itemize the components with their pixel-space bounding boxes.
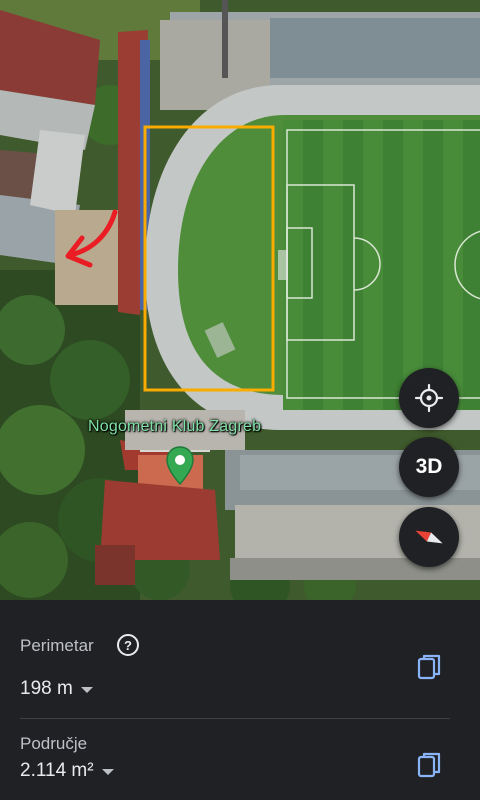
perimeter-unit-selector[interactable]: 198 m [20,678,93,700]
satellite-map[interactable]: Nogometni Klub Zagreb 3D [0,0,480,600]
chevron-down-icon [80,687,93,693]
perimeter-value: 198 m [20,678,73,699]
satellite-imagery [0,0,480,600]
3d-toggle-button[interactable]: 3D [399,437,459,497]
chevron-down-icon [101,769,114,775]
3d-label: 3D [415,455,443,478]
help-circle-icon[interactable]: ? [117,634,139,656]
area-value: 2.114 m² [20,760,94,781]
copy-icon[interactable] [415,652,445,682]
poi-label[interactable]: Nogometni Klub Zagreb [88,418,261,436]
compass-icon [415,530,443,544]
area-label: Područje [20,734,88,753]
measurement-panel: Perimetar ? 198 m Područje 2.114 m² [0,600,480,800]
perimeter-label: Perimetar [20,636,94,655]
map-pin-icon[interactable] [166,446,194,486]
area-unit-selector[interactable]: 2.114 m² [20,760,114,782]
divider [20,718,450,719]
crosshair-icon [414,383,444,413]
copy-icon[interactable] [415,750,445,780]
compass-button[interactable] [399,507,459,567]
my-location-button[interactable] [399,368,459,428]
